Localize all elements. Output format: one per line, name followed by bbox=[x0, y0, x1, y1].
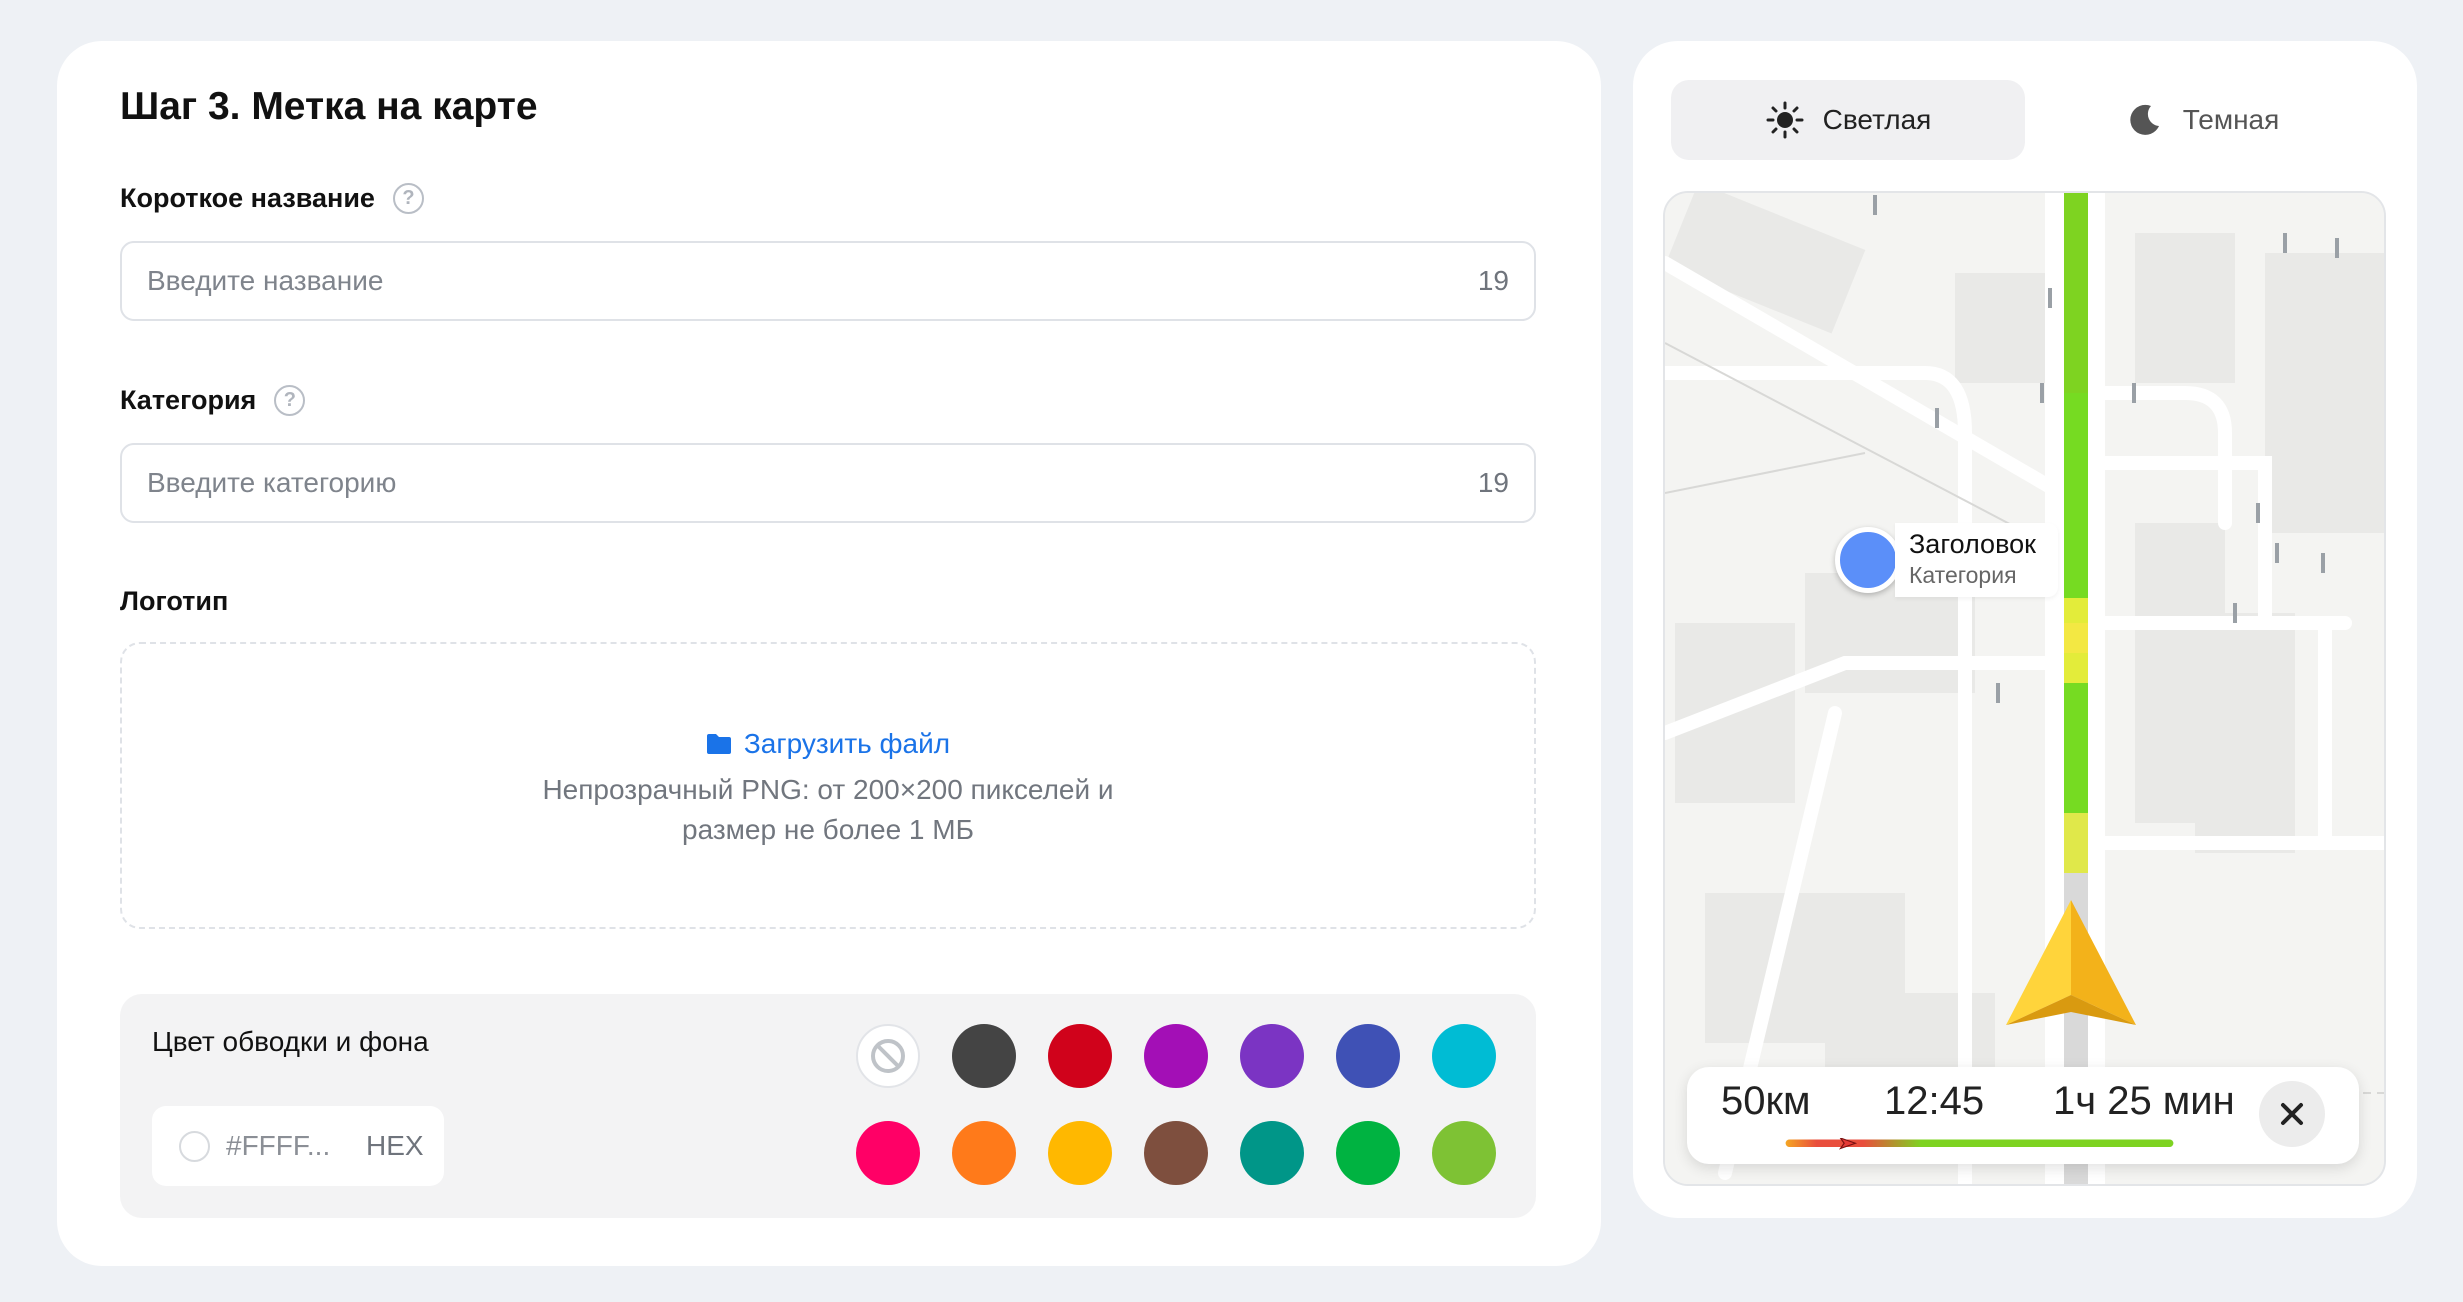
sun-icon bbox=[1766, 101, 1804, 139]
close-route-button[interactable] bbox=[2259, 1081, 2325, 1147]
upload-file-link[interactable]: Загрузить файл bbox=[122, 728, 1534, 760]
short-name-field[interactable]: 19 bbox=[120, 241, 1536, 321]
color-swatch[interactable] bbox=[952, 1024, 1016, 1088]
route-progress-bar bbox=[1785, 1138, 2174, 1150]
map-pin[interactable]: Заголовок Категория bbox=[1835, 523, 2058, 597]
short-name-input[interactable] bbox=[147, 265, 1347, 297]
pin-title: Заголовок bbox=[1909, 529, 2036, 559]
upload-hint: Непрозрачный PNG: от 200×200 пикселей и … bbox=[122, 770, 1534, 850]
pin-label: Заголовок Категория bbox=[1895, 523, 2058, 597]
hex-label: HEX bbox=[366, 1130, 424, 1161]
color-swatch[interactable] bbox=[1432, 1024, 1496, 1088]
color-swatch[interactable] bbox=[1240, 1121, 1304, 1185]
tab-dark-theme[interactable]: Темная bbox=[2025, 80, 2379, 160]
pin-marker bbox=[1835, 527, 1901, 593]
pin-subtitle: Категория bbox=[1909, 562, 2017, 588]
hex-color-field[interactable]: #FFFF... HEX bbox=[152, 1106, 444, 1186]
upload-hint-line: Непрозрачный PNG: от 200×200 пикселей и bbox=[542, 774, 1114, 805]
preview-card: Светлая Темная Заголовок Категория 50км … bbox=[1633, 41, 2417, 1218]
nav-distance: 50км bbox=[1721, 1079, 1811, 1123]
hex-color-input[interactable]: #FFFF... bbox=[226, 1130, 346, 1162]
help-icon[interactable]: ? bbox=[392, 183, 424, 214]
color-swatch[interactable] bbox=[1336, 1024, 1400, 1088]
colors-section: Цвет обводки и фона #FFFF... HEX bbox=[120, 994, 1536, 1218]
color-swatch[interactable] bbox=[1144, 1024, 1208, 1088]
logo-dropzone[interactable]: Загрузить файл Непрозрачный PNG: от 200×… bbox=[120, 642, 1536, 929]
logo-label: Логотип bbox=[120, 586, 229, 616]
colors-title: Цвет обводки и фона bbox=[152, 1026, 429, 1057]
color-swatch[interactable] bbox=[1336, 1121, 1400, 1185]
category-label: Категория bbox=[120, 385, 257, 415]
category-input[interactable] bbox=[147, 467, 1347, 499]
short-name-label-row: Короткое название ? bbox=[120, 183, 424, 214]
category-counter: 19 bbox=[1477, 467, 1509, 498]
navigation-panel: 50км 12:45 1ч 25 мин bbox=[1687, 1067, 2359, 1164]
color-swatch[interactable] bbox=[952, 1121, 1016, 1185]
page-title: Шаг 3. Метка на карте bbox=[120, 85, 538, 128]
color-swatch[interactable] bbox=[1432, 1121, 1496, 1185]
upload-file-label: Загрузить файл bbox=[743, 728, 951, 759]
category-field[interactable]: 19 bbox=[120, 443, 1536, 523]
color-swatch[interactable] bbox=[1048, 1121, 1112, 1185]
navigation-arrow-icon bbox=[2006, 900, 2136, 1025]
short-name-label: Короткое название bbox=[120, 183, 375, 213]
upload-hint-line: размер не более 1 МБ bbox=[682, 814, 974, 845]
tab-dark-label: Темная bbox=[2182, 104, 2280, 135]
help-icon[interactable]: ? bbox=[274, 385, 306, 416]
folder-icon bbox=[706, 734, 731, 754]
short-name-counter: 19 bbox=[1477, 265, 1509, 296]
color-swatch[interactable] bbox=[1048, 1024, 1112, 1088]
no-color-icon bbox=[871, 1039, 905, 1073]
close-icon bbox=[2281, 1103, 2303, 1125]
color-swatch[interactable] bbox=[1240, 1024, 1304, 1088]
color-swatch[interactable] bbox=[1144, 1121, 1208, 1185]
no-color-swatch[interactable] bbox=[856, 1024, 920, 1088]
settings-card: Шаг 3. Метка на карте Короткое название … bbox=[57, 41, 1601, 1266]
tab-light-label: Светлая bbox=[1822, 104, 1932, 135]
moon-icon bbox=[2130, 104, 2159, 135]
map-preview: Заголовок Категория 50км 12:45 1ч 25 мин bbox=[1663, 191, 2386, 1186]
nav-duration: 1ч 25 мин bbox=[2053, 1079, 2235, 1123]
tab-light-theme[interactable]: Светлая bbox=[1671, 80, 2025, 160]
color-preview-dot bbox=[179, 1130, 210, 1162]
category-label-row: Категория ? bbox=[120, 385, 306, 416]
nav-arrival-time: 12:45 bbox=[1884, 1079, 1985, 1123]
color-swatch[interactable] bbox=[856, 1121, 920, 1185]
